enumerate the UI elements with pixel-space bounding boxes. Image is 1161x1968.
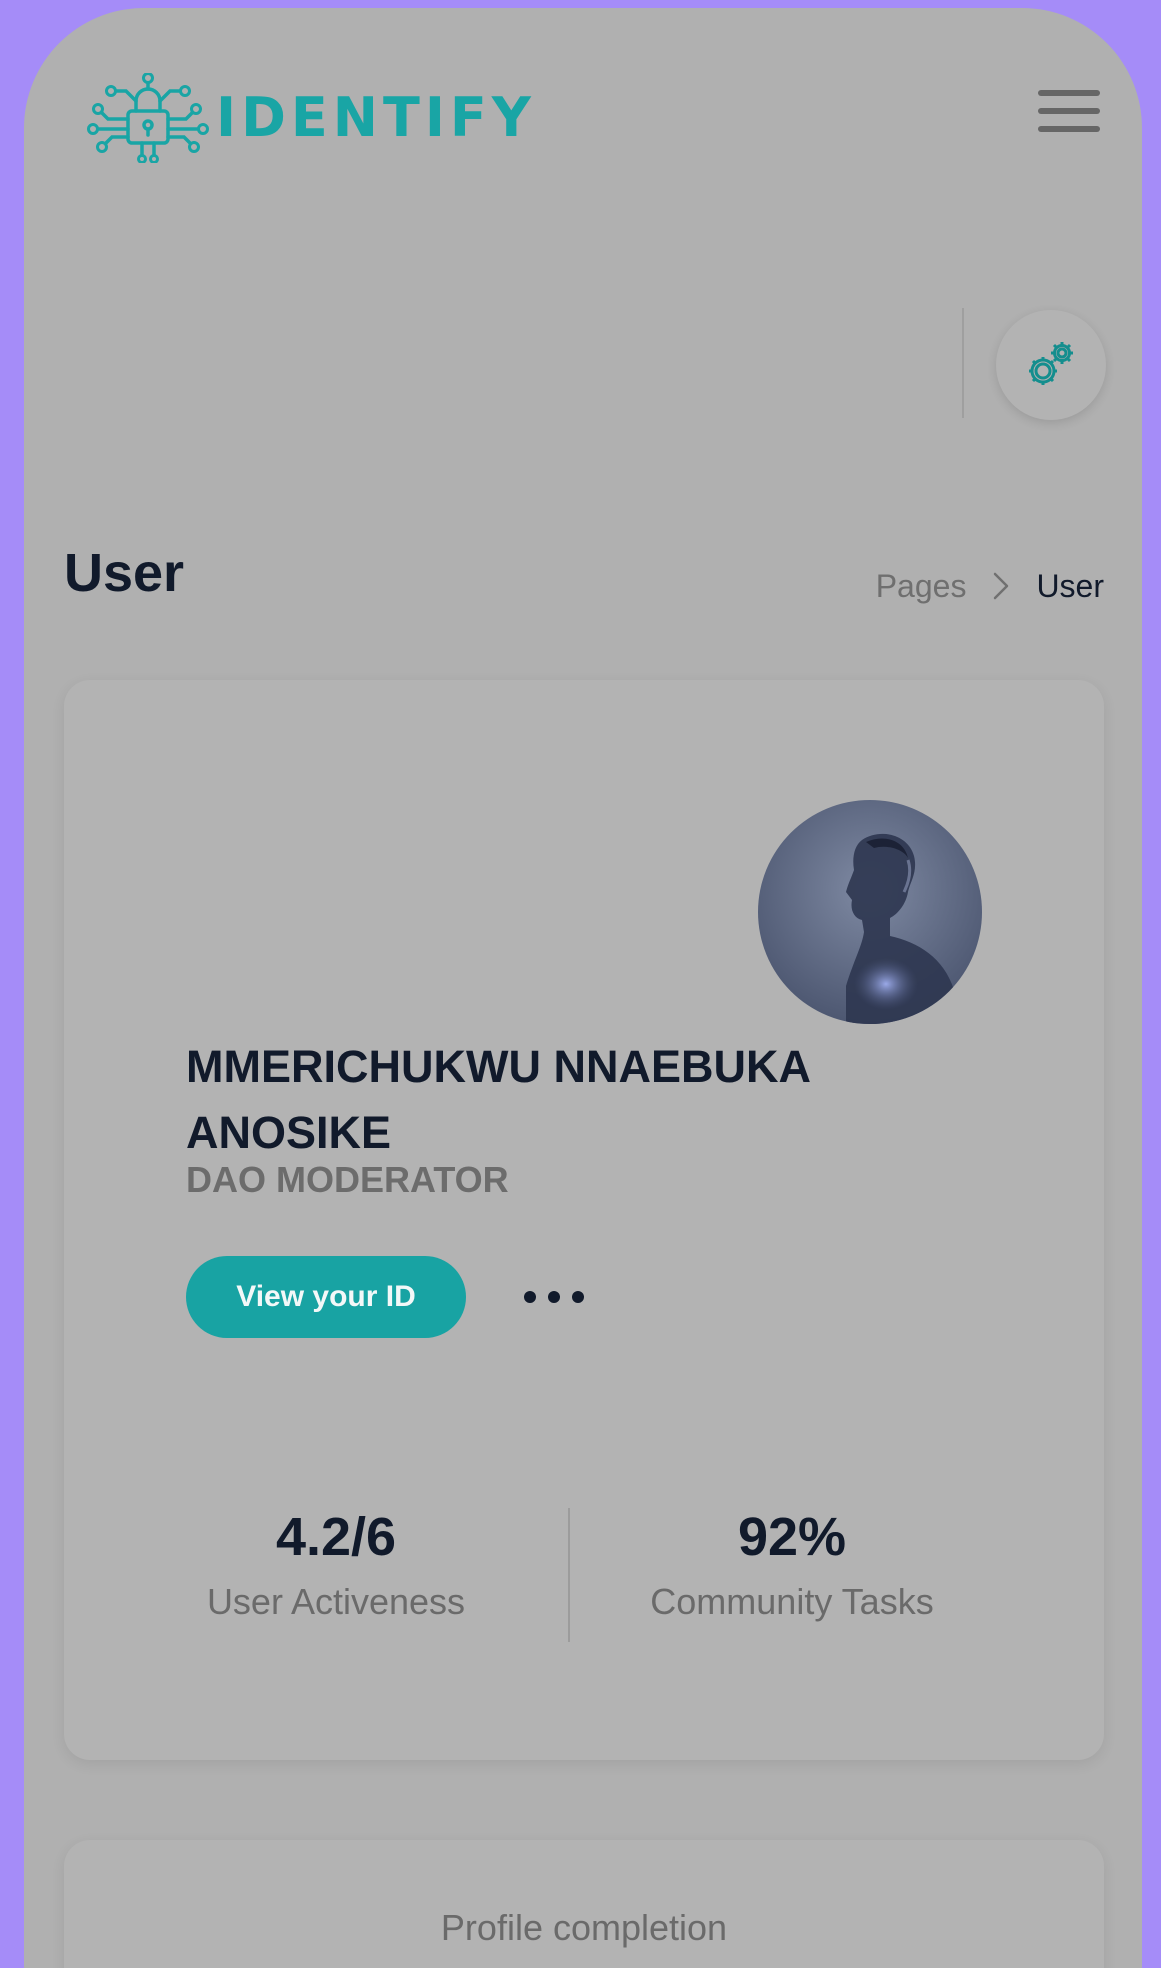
- stat-divider: [568, 1508, 570, 1642]
- stat-label: User Activeness: [206, 1581, 466, 1622]
- profile-completion-title: Profile completion: [440, 1907, 728, 1948]
- ellipsis-icon[interactable]: [524, 1276, 584, 1318]
- chevron-right-icon: [992, 571, 1010, 601]
- profile-completion-card: Profile completion: [64, 1840, 1104, 1968]
- stat-value: 4.2/6: [275, 1507, 397, 1567]
- hamburger-icon-line: [1038, 90, 1100, 96]
- hamburger-icon-line: [1038, 126, 1100, 132]
- circuit-lock-icon: [87, 73, 209, 163]
- stat-label: Community Tasks: [650, 1581, 934, 1622]
- stat-value: 92%: [737, 1507, 847, 1567]
- stat-user-activeness: 4.2/6 User Activeness: [186, 1510, 486, 1620]
- page-title: User: [64, 543, 185, 603]
- logo-text: IDENTIFY: [216, 86, 536, 149]
- dot: [572, 1291, 584, 1303]
- app-logo[interactable]: IDENTIFY: [86, 68, 536, 168]
- settings-button[interactable]: [996, 310, 1106, 420]
- menu-button[interactable]: [1038, 78, 1104, 144]
- hamburger-icon-line: [1038, 108, 1100, 114]
- stat-community-tasks: 92% Community Tasks: [602, 1510, 982, 1620]
- dot: [548, 1291, 560, 1303]
- app-screen: IDENTIFY User Pages User MMERICHUKWU NNA…: [24, 8, 1142, 1968]
- breadcrumb-link-pages[interactable]: Pages: [876, 570, 967, 602]
- gears-icon: [1029, 342, 1073, 385]
- view-id-button[interactable]: View your ID: [186, 1256, 466, 1338]
- user-name: MMERICHUKWU NNAEBUKA ANOSIKE: [186, 1041, 810, 1158]
- breadcrumb-current: User: [1036, 568, 1104, 604]
- avatar[interactable]: [758, 800, 982, 1024]
- breadcrumb: Pages User: [876, 570, 1104, 602]
- user-role: DAO MODERATOR: [186, 1159, 509, 1200]
- header-divider: [962, 308, 964, 418]
- profile-card: MMERICHUKWU NNAEBUKA ANOSIKE DAO MODERAT…: [64, 680, 1104, 1760]
- dot: [524, 1291, 536, 1303]
